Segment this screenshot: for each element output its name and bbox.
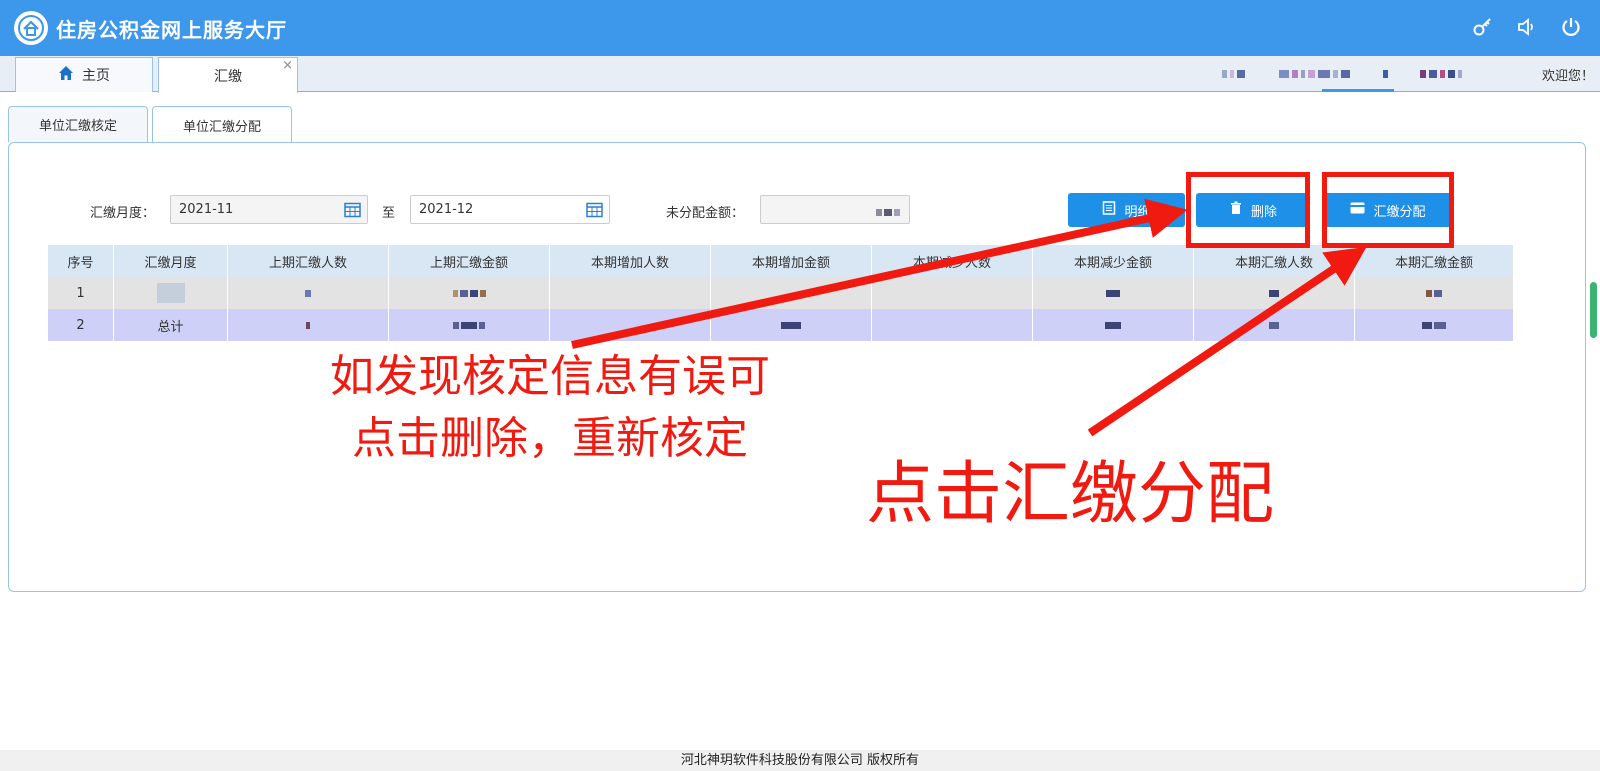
arrow-to-delete xyxy=(571,198,1188,349)
delete-hint-text: 如发现核定信息有误可 点击删除，重新核定 xyxy=(290,346,810,470)
arrow-to-allocate xyxy=(1087,246,1367,437)
allocate-hint-text: 点击汇缴分配 xyxy=(865,455,1274,534)
scrollbar-handle[interactable] xyxy=(1590,282,1597,338)
delete-hint-line1: 如发现核定信息有误可 xyxy=(330,351,770,402)
footer-copyright: 河北神玥软件科技股份有限公司 版权所有 xyxy=(0,750,1600,771)
delete-hint-line2: 点击删除，重新核定 xyxy=(352,413,748,464)
